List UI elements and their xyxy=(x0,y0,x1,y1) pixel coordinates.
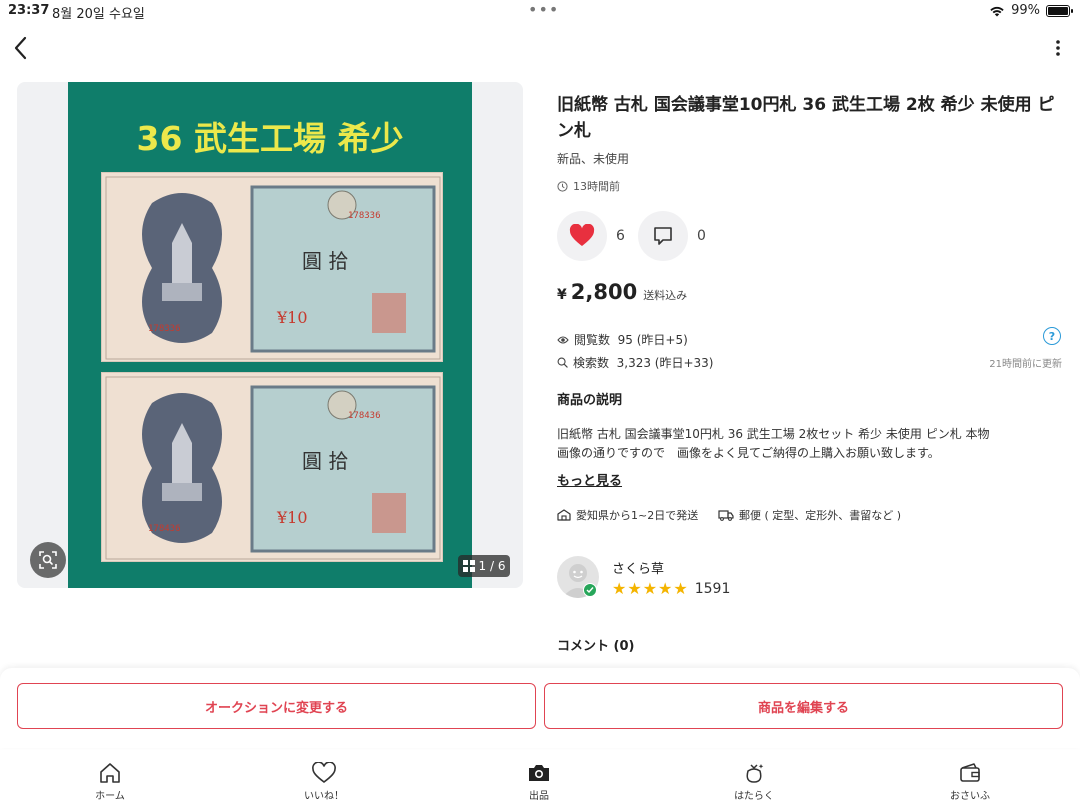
star-icon: ★ xyxy=(673,579,688,598)
comments-heading: コメント (0) xyxy=(557,639,635,654)
shipping-included-label: 送料込み xyxy=(643,289,688,302)
svg-text:178436: 178436 xyxy=(348,411,381,421)
image-counter[interactable]: 1 / 6 xyxy=(458,555,510,577)
like-count: 6 xyxy=(616,228,625,244)
tab-sell[interactable]: 出品 xyxy=(499,762,579,802)
star-icon: ★ xyxy=(612,579,627,598)
edit-item-button[interactable]: 商品を編集する xyxy=(544,683,1063,729)
svg-text:178336: 178336 xyxy=(148,324,181,334)
tab-work[interactable]: はたらく xyxy=(714,762,794,802)
product-image-gallery[interactable]: 36 武生工場 希少 圓 拾 ¥10 178336 178336 圓 拾 ¥10… xyxy=(17,82,523,588)
help-icon[interactable]: ? xyxy=(1043,327,1061,345)
image-search-icon xyxy=(39,551,57,569)
tab-home-label: ホーム xyxy=(95,791,125,802)
tab-bar: ホーム いいね！ 出品 はたらく おさいふ xyxy=(0,752,1080,810)
svg-text:¥10: ¥10 xyxy=(276,508,308,527)
product-title: 旧紙幣 古札 国会議事堂10円札 36 武生工場 2枚 希少 未使用 ピン札 xyxy=(557,95,1055,141)
status-time: 23:37 xyxy=(8,3,50,18)
shipping-method: 郵便 ( 定型、定形外、書留など ) xyxy=(718,507,901,523)
seller-rating[interactable]: ★ ★ ★ ★ ★ 1591 xyxy=(612,579,731,598)
view-count-text: 閲覧数 95 (昨日+5) xyxy=(574,333,688,347)
photo-title-text: 36 武生工場 希少 xyxy=(136,119,404,158)
tab-work-label: はたらく xyxy=(734,791,774,802)
more-vertical-icon[interactable] xyxy=(1052,36,1064,60)
svg-text:178336: 178336 xyxy=(348,211,381,221)
updated-time: 21時間前に更新 xyxy=(989,359,1062,370)
view-count: 閲覧数 95 (昨日+5) xyxy=(557,331,688,348)
tab-home[interactable]: ホーム xyxy=(70,762,150,802)
tab-wallet[interactable]: おさいふ xyxy=(930,762,1010,802)
description-heading: 商品の説明 xyxy=(557,393,623,408)
star-icon: ★ xyxy=(642,579,658,598)
svg-text:178436: 178436 xyxy=(148,524,181,534)
multitasking-dots-icon[interactable]: ••• xyxy=(528,0,559,19)
camera-icon xyxy=(529,765,549,781)
svg-text:¥10: ¥10 xyxy=(276,308,308,327)
home-icon xyxy=(100,763,120,783)
battery-percent: 99% xyxy=(1011,3,1040,18)
wallet-icon xyxy=(960,763,980,782)
svg-text:圓 拾: 圓 拾 xyxy=(302,449,348,473)
banknote-image: 圓 拾 ¥10 178436 178436 xyxy=(101,372,443,562)
eye-icon xyxy=(557,336,569,343)
battery-icon xyxy=(1046,4,1073,17)
change-to-auction-button[interactable]: オークションに変更する xyxy=(17,683,536,729)
comment-count: 0 xyxy=(697,228,706,244)
comment-button[interactable] xyxy=(638,211,688,261)
price: ¥ 2,800 送料込み xyxy=(557,280,687,304)
heart-icon xyxy=(569,224,595,246)
banknote-image: 圓 拾 ¥10 178336 178336 xyxy=(101,172,443,362)
price-currency: ¥ xyxy=(557,287,567,303)
description-line: 画像の通りですので 画像をよく見てご納得の上購入お願い致します。 xyxy=(557,446,940,460)
star-icon: ★ xyxy=(658,579,673,598)
clock-icon xyxy=(557,180,568,192)
status-right: 99% xyxy=(989,3,1073,18)
verified-badge-icon xyxy=(583,583,597,597)
comment-icon xyxy=(654,227,672,245)
status-bar: 23:37 8월 20일 수요일 ••• 99% xyxy=(0,0,1080,24)
svg-text:圓 拾: 圓 拾 xyxy=(302,249,348,273)
wifi-icon xyxy=(990,6,1004,16)
image-search-button[interactable] xyxy=(30,542,66,578)
box-icon xyxy=(557,509,571,521)
like-button[interactable] xyxy=(557,211,607,261)
grid-icon xyxy=(462,560,475,572)
tab-likes[interactable]: いいね！ xyxy=(284,762,364,802)
heart-outline-icon xyxy=(312,762,336,784)
rating-count: 1591 xyxy=(694,581,731,597)
description-text: 旧紙幣 古札 国会議事堂10円札 36 武生工場 2枚セット 希少 未使用 ピン… xyxy=(557,425,1062,463)
tab-likes-label: いいね！ xyxy=(304,791,344,802)
posted-time-text: 13時間前 xyxy=(573,180,620,193)
shipping-method-text: 郵便 ( 定型、定形外、書留など ) xyxy=(739,509,902,522)
product-condition: 新品、未使用 xyxy=(557,152,630,166)
price-amount: 2,800 xyxy=(570,280,638,304)
status-date: 8월 20일 수요일 xyxy=(52,7,145,22)
tab-wallet-label: おさいふ xyxy=(950,791,990,802)
truck-icon xyxy=(718,510,734,521)
show-more-link[interactable]: もっと見る xyxy=(557,470,622,489)
bag-icon xyxy=(746,764,764,783)
tab-sell-label: 出品 xyxy=(529,791,549,802)
seller-name[interactable]: さくら草 xyxy=(612,558,664,577)
search-count-text: 検索数 3,323 (昨日+33) xyxy=(573,356,714,370)
product-photo[interactable]: 36 武生工場 希少 圓 拾 ¥10 178336 178336 圓 拾 ¥10… xyxy=(68,82,472,588)
search-count: 検索数 3,323 (昨日+33) xyxy=(557,354,714,371)
back-chevron-icon[interactable] xyxy=(10,34,34,62)
posted-time: 13時間前 xyxy=(557,178,620,194)
description-line: 旧紙幣 古札 国会議事堂10円札 36 武生工場 2枚セット 希少 未使用 ピン… xyxy=(557,427,990,441)
star-icon: ★ xyxy=(627,579,642,598)
shipping-origin: 愛知県から1~2日で発送 xyxy=(557,507,698,523)
image-counter-text: 1 / 6 xyxy=(478,559,506,573)
shipping-origin-text: 愛知県から1~2日で発送 xyxy=(576,509,699,522)
search-icon xyxy=(557,357,568,368)
